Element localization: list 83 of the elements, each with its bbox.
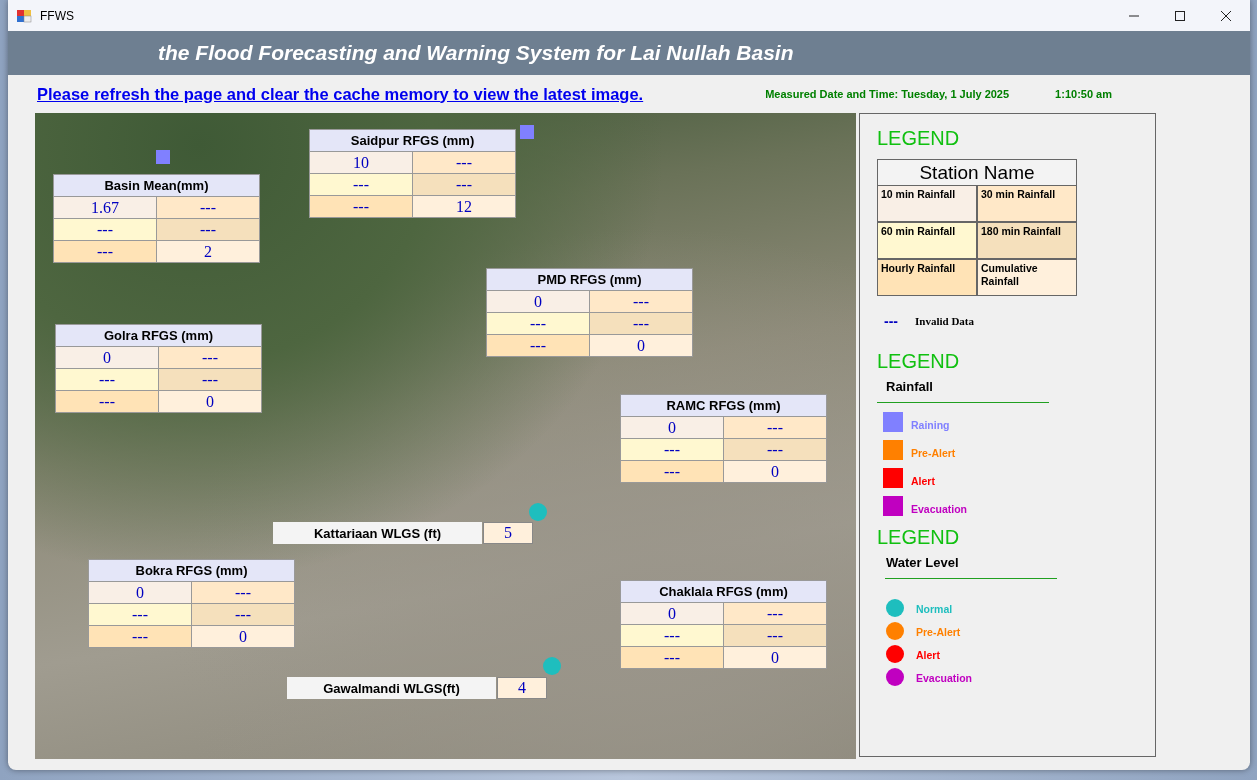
station-name: Kattariaan WLGS (ft) xyxy=(273,522,482,544)
rainfall-value: 12 xyxy=(413,196,515,217)
rainfall-value: 2 xyxy=(157,241,259,262)
water-level-value: 5 xyxy=(483,522,533,544)
rainfall-value: --- xyxy=(621,647,723,668)
rainfall-value: --- xyxy=(89,604,191,625)
measured-time: 1:10:50 am xyxy=(1055,88,1112,100)
rainfall-value: --- xyxy=(89,626,191,647)
legend-label: Evacuation xyxy=(911,502,968,515)
legend-subtitle: Water Level xyxy=(886,555,960,570)
key-cell: Hourly Rainfall xyxy=(878,260,976,295)
rainfall-value: 0 xyxy=(487,291,589,312)
rainfall-value: --- xyxy=(157,219,259,240)
rainfall-value: --- xyxy=(56,391,158,412)
measured-date-label: Measured Date and Time: Tuesday, 1 July 2025 xyxy=(765,88,1010,100)
window-title: FFWS xyxy=(40,8,74,23)
legend-label: Pre-Alert xyxy=(911,446,956,459)
legend-label: Alert xyxy=(911,474,935,487)
rainfall-value: --- xyxy=(621,461,723,482)
key-cell: Cumulative Rainfall xyxy=(978,260,1076,295)
rainfall-value: 1.67 xyxy=(54,197,156,218)
rainfall-value: --- xyxy=(724,625,826,646)
rainfall-value: --- xyxy=(413,174,515,195)
legend-label: Normal xyxy=(916,602,953,615)
rainfall-value: 0 xyxy=(621,417,723,438)
station-name: Gawalmandi WLGS(ft) xyxy=(287,677,496,699)
rainfall-value: --- xyxy=(192,604,294,625)
legend-title: LEGEND xyxy=(877,525,961,549)
rainfall-value: 0 xyxy=(621,603,723,624)
station-name: Bokra RFGS (mm) xyxy=(89,560,294,581)
rainfall-value: --- xyxy=(54,219,156,240)
rainfall-value: --- xyxy=(724,603,826,624)
refresh-notice-link[interactable]: Please refresh the page and clear the cache memory to view the latest image. xyxy=(37,84,644,104)
rainfall-value: --- xyxy=(310,196,412,217)
rainfall-value: 0 xyxy=(724,461,826,482)
rainfall-value: 10 xyxy=(310,152,412,173)
legend-title: LEGEND xyxy=(877,126,961,150)
rainfall-value: --- xyxy=(56,369,158,390)
legend-subtitle: Rainfall xyxy=(886,379,934,394)
close-icon[interactable] xyxy=(1220,9,1232,22)
station-name: PMD RFGS (mm) xyxy=(487,269,692,290)
rainfall-value: --- xyxy=(310,174,412,195)
invalid-symbol: --- xyxy=(884,313,898,329)
key-cell: 30 min Rainfall xyxy=(978,186,1076,221)
rainfall-value: --- xyxy=(192,582,294,603)
station-name: Golra RFGS (mm) xyxy=(56,325,261,346)
rainfall-value: --- xyxy=(590,313,692,334)
rainfall-value: --- xyxy=(159,347,261,368)
maximize-icon[interactable] xyxy=(1174,9,1186,22)
rainfall-value: 0 xyxy=(724,647,826,668)
header-title: the Flood Forecasting and Warning System for Lai Nullah Basin xyxy=(158,41,794,65)
rainfall-value: 0 xyxy=(192,626,294,647)
rainfall-value: 0 xyxy=(590,335,692,356)
rainfall-value: --- xyxy=(621,625,723,646)
key-cell: 10 min Rainfall xyxy=(878,186,976,221)
rainfall-value: 0 xyxy=(159,391,261,412)
rainfall-value: --- xyxy=(413,152,515,173)
rainfall-value: --- xyxy=(724,439,826,460)
key-cell: 60 min Rainfall xyxy=(878,223,976,258)
rainfall-value: --- xyxy=(487,313,589,334)
rainfall-value: --- xyxy=(724,417,826,438)
legend-label: Pre-Alert xyxy=(916,625,961,638)
legend-label: Raining xyxy=(911,418,950,431)
invalid-data-label: Invalid Data xyxy=(915,315,974,327)
station-name: Basin Mean(mm) xyxy=(54,175,259,196)
station-name: RAMC RFGS (mm) xyxy=(621,395,826,416)
rainfall-value: --- xyxy=(159,369,261,390)
water-level-value: 4 xyxy=(497,677,547,699)
key-cell: 180 min Rainfall xyxy=(978,223,1076,258)
station-name: Chaklala RFGS (mm) xyxy=(621,581,826,602)
key-station-name: Station Name xyxy=(878,160,1076,185)
rainfall-value: 0 xyxy=(56,347,158,368)
rainfall-value: 0 xyxy=(89,582,191,603)
rainfall-value: --- xyxy=(487,335,589,356)
station-name: Saidpur RFGS (mm) xyxy=(310,130,515,151)
rainfall-value: --- xyxy=(54,241,156,262)
rainfall-value: --- xyxy=(157,197,259,218)
legend-label: Alert xyxy=(916,648,940,661)
app-icon xyxy=(16,7,32,24)
legend-label: Evacuation xyxy=(916,671,973,684)
rainfall-value: --- xyxy=(621,439,723,460)
rainfall-value: --- xyxy=(590,291,692,312)
legend-title: LEGEND xyxy=(877,349,961,373)
